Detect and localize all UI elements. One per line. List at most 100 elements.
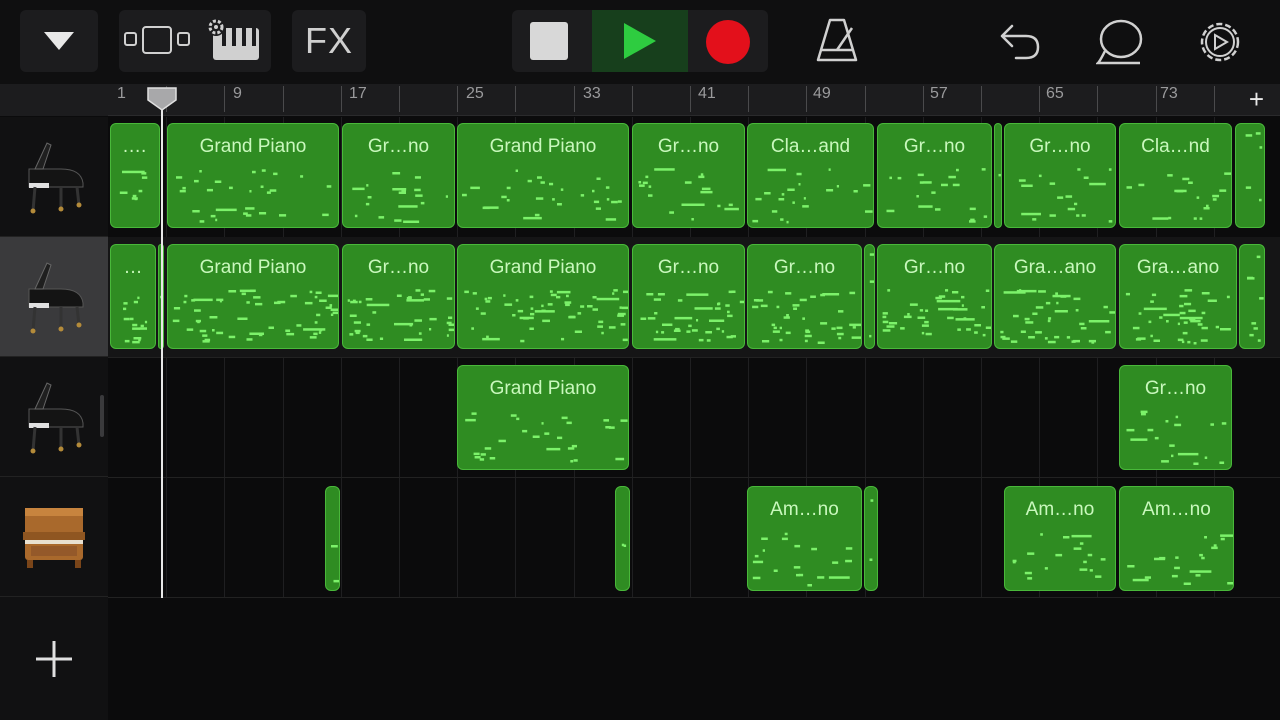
region[interactable]	[325, 486, 340, 591]
keyboard-settings-icon[interactable]	[205, 18, 265, 64]
fx-label: FX	[304, 20, 353, 61]
region[interactable]: Gra…ano	[994, 244, 1116, 349]
grand-piano-icon	[28, 381, 84, 453]
region[interactable]: Am…no	[747, 486, 862, 591]
ruler-bar-41: 41	[698, 85, 716, 102]
ruler-tick	[574, 86, 575, 112]
region-notes	[176, 169, 332, 223]
region-notes	[465, 412, 628, 463]
track-header-4[interactable]	[0, 477, 108, 597]
ruler-tick	[341, 86, 342, 112]
ruler-tick	[1097, 86, 1098, 112]
track-view-icon[interactable]	[121, 21, 197, 61]
region[interactable]	[864, 244, 875, 349]
region-notes	[621, 543, 627, 547]
region[interactable]: Grand Piano	[457, 123, 629, 228]
region[interactable]: Grand Piano	[457, 244, 629, 349]
region-notes	[869, 499, 874, 561]
ruler-corner	[0, 84, 108, 116]
metronome-icon[interactable]	[812, 16, 862, 66]
region-notes	[1126, 172, 1231, 220]
region-notes	[352, 172, 448, 223]
playhead-line	[161, 88, 163, 598]
region[interactable]	[864, 486, 878, 591]
region-notes	[172, 289, 338, 343]
add-track-button[interactable]	[34, 639, 74, 679]
ruler-tick	[515, 86, 516, 112]
region-notes	[886, 168, 988, 223]
region-notes	[462, 169, 622, 221]
play-icon	[624, 23, 656, 59]
gear-icon[interactable]	[1194, 16, 1246, 68]
region[interactable]: …	[110, 244, 156, 349]
region-notes	[882, 289, 991, 337]
region[interactable]: .…	[110, 123, 160, 228]
ruler-bar-65: 65	[1046, 85, 1064, 102]
region[interactable]: Gra…ano	[1119, 244, 1237, 349]
ruler-bar-57: 57	[930, 85, 948, 102]
scroll-indicator[interactable]	[100, 395, 104, 437]
region[interactable]: Cla…and	[747, 123, 874, 228]
region[interactable]: Gr…no	[877, 244, 992, 349]
region[interactable]: Gr…no	[1119, 365, 1232, 470]
region[interactable]: Gr…no	[342, 123, 455, 228]
play-button[interactable]	[592, 10, 688, 72]
region[interactable]: Grand Piano	[167, 123, 339, 228]
region[interactable]: Gr…no	[632, 244, 745, 349]
tracks-menu-button[interactable]	[20, 10, 98, 72]
region-notes	[347, 289, 454, 341]
region[interactable]: Grand Piano	[167, 244, 339, 349]
ruler-bar-9: 9	[233, 85, 242, 102]
ruler-tick	[632, 86, 633, 112]
ruler-tick	[748, 86, 749, 112]
region[interactable]: Gr…no	[1004, 123, 1116, 228]
region-notes	[1247, 255, 1264, 342]
region[interactable]: Cla…nd	[1119, 123, 1232, 228]
region[interactable]	[994, 123, 1002, 228]
region[interactable]: Gr…no	[632, 123, 745, 228]
fx-button[interactable]: FX	[292, 10, 366, 72]
record-button[interactable]	[706, 20, 750, 64]
region-notes	[1127, 534, 1233, 585]
add-section-button[interactable]: +	[1249, 86, 1264, 112]
loop-icon[interactable]	[1096, 17, 1146, 67]
track-header-3[interactable]	[0, 357, 108, 477]
track-header-1[interactable]	[0, 117, 108, 237]
ruler-tick	[224, 86, 225, 112]
region[interactable]	[1239, 244, 1265, 349]
transport-controls	[512, 10, 768, 72]
region[interactable]	[1235, 123, 1265, 228]
undo-icon[interactable]	[996, 20, 1046, 64]
ruler-bar-25: 25	[466, 85, 484, 102]
ruler-tick	[1039, 86, 1040, 112]
region-notes	[869, 253, 874, 338]
region[interactable]: Gr…no	[342, 244, 455, 349]
region-notes	[1245, 132, 1263, 202]
region-notes	[1126, 410, 1227, 465]
triangle-down-icon	[44, 32, 74, 50]
region[interactable]: Am…no	[1004, 486, 1116, 591]
ruler-bar-33: 33	[583, 85, 601, 102]
ruler-bar-1: 1	[117, 85, 126, 102]
ruler-tick	[457, 86, 458, 112]
control-bar: FX	[0, 0, 1280, 84]
view-buttons-group	[119, 10, 271, 72]
region[interactable]: Grand Piano	[457, 365, 629, 470]
bar-ruler[interactable]: 1 9 17 25 33 41 49 57 65 73 +	[108, 84, 1280, 116]
region-notes	[1125, 289, 1231, 345]
ruler-tick	[923, 86, 924, 112]
region[interactable]: Am…no	[1119, 486, 1234, 591]
playhead-handle[interactable]	[146, 86, 178, 112]
track-lane-3[interactable]	[108, 357, 1280, 478]
region[interactable]: Gr…no	[877, 123, 992, 228]
region-notes	[640, 290, 744, 342]
stop-button[interactable]	[530, 22, 568, 60]
track-headers	[0, 117, 108, 720]
track-header-2[interactable]	[0, 237, 108, 357]
region[interactable]	[615, 486, 630, 591]
region[interactable]: Gr…no	[747, 244, 862, 349]
region-notes	[464, 289, 628, 343]
ruler-tick	[865, 86, 866, 112]
tracks-area[interactable]: .… Grand Piano Gr…no Grand Piano Gr…no C…	[108, 117, 1280, 720]
grand-piano-icon	[28, 141, 84, 213]
